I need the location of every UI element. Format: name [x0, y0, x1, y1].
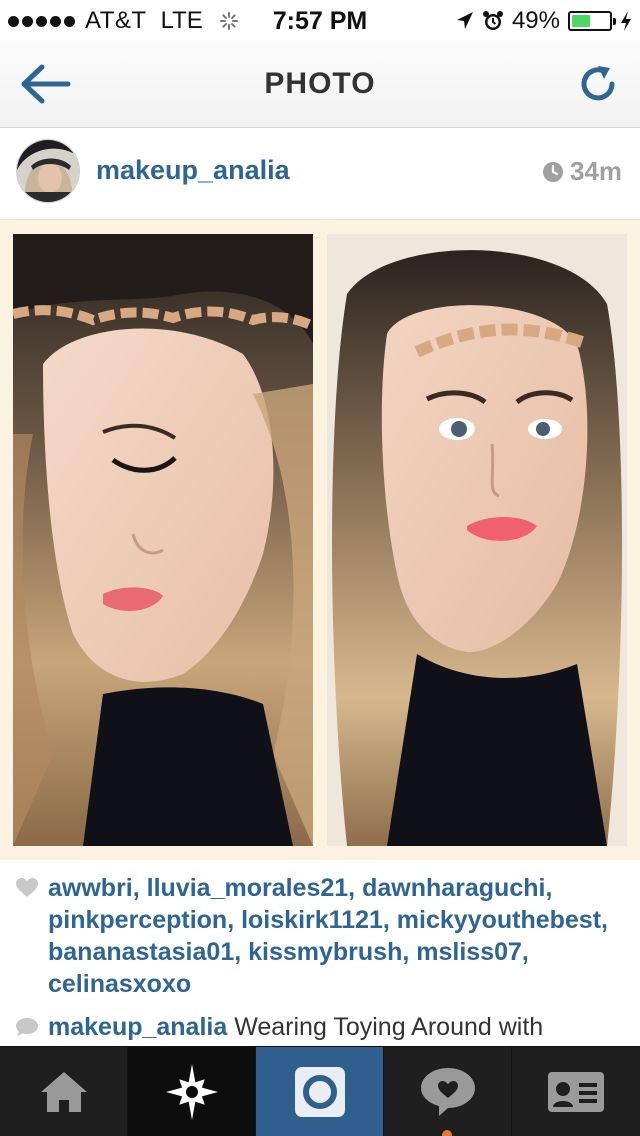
caption-text: Wearing Toying Around with [234, 1013, 544, 1041]
clock-icon [542, 161, 563, 182]
post-username[interactable]: makeup_analia [96, 155, 290, 186]
tab-profile[interactable] [512, 1047, 640, 1136]
caption: makeup_analia Wearing Toying Around with [16, 1011, 626, 1043]
post-header: makeup_analia 34m [0, 128, 640, 220]
battery-icon [568, 11, 616, 31]
page-title: PHOTO [264, 67, 376, 100]
comment-bubble-icon [16, 1018, 38, 1036]
caption-username[interactable]: makeup_analia [48, 1013, 227, 1041]
charging-bolt-icon [621, 11, 631, 31]
tab-activity[interactable] [384, 1047, 512, 1136]
photo-right-selfie [327, 234, 627, 846]
like-user[interactable]: awwbri [48, 874, 133, 902]
like-user[interactable]: mickyyouthebest [397, 906, 601, 934]
tab-camera[interactable] [256, 1047, 384, 1136]
post-time: 34m [542, 156, 622, 187]
notification-dot [442, 1130, 452, 1136]
battery-fill [572, 15, 590, 27]
nav-bar: PHOTO [0, 40, 640, 128]
like-user[interactable]: bananastasia01 [48, 938, 234, 966]
tab-explore[interactable] [128, 1047, 256, 1136]
avatar[interactable] [16, 139, 80, 203]
profile-card-icon [548, 1072, 604, 1112]
location-arrow-icon [456, 12, 473, 29]
status-right: 49% [456, 7, 632, 35]
refresh-icon[interactable] [576, 62, 620, 106]
like-user[interactable]: kissmybrush [248, 938, 402, 966]
like-user[interactable]: pinkperception [48, 906, 227, 934]
camera-icon [294, 1067, 345, 1117]
home-icon [40, 1072, 87, 1112]
explore-star-icon [165, 1064, 218, 1120]
photo-left-selfie [13, 234, 313, 846]
alarm-icon [482, 11, 503, 30]
heart-icon [16, 878, 38, 897]
like-user[interactable]: celinasxoxo [48, 970, 191, 998]
post-photo[interactable] [0, 220, 640, 860]
tab-bar [0, 1046, 640, 1136]
likes-list: awwbri, lluvia_morales21, dawnharaguchi,… [16, 872, 626, 1000]
like-user[interactable]: lluvia_morales21 [147, 874, 349, 902]
activity-heart-bubble-icon [420, 1068, 475, 1116]
like-user[interactable]: msliss07 [416, 938, 522, 966]
battery-percent: 49% [511, 7, 560, 34]
status-bar: AT&T LTE 7:57 PM 49% [0, 0, 640, 40]
tab-home[interactable] [0, 1047, 128, 1136]
like-user[interactable]: loiskirk1121 [241, 906, 383, 934]
post-time-label: 34m [569, 156, 622, 186]
like-user[interactable]: dawnharaguchi [362, 874, 545, 902]
